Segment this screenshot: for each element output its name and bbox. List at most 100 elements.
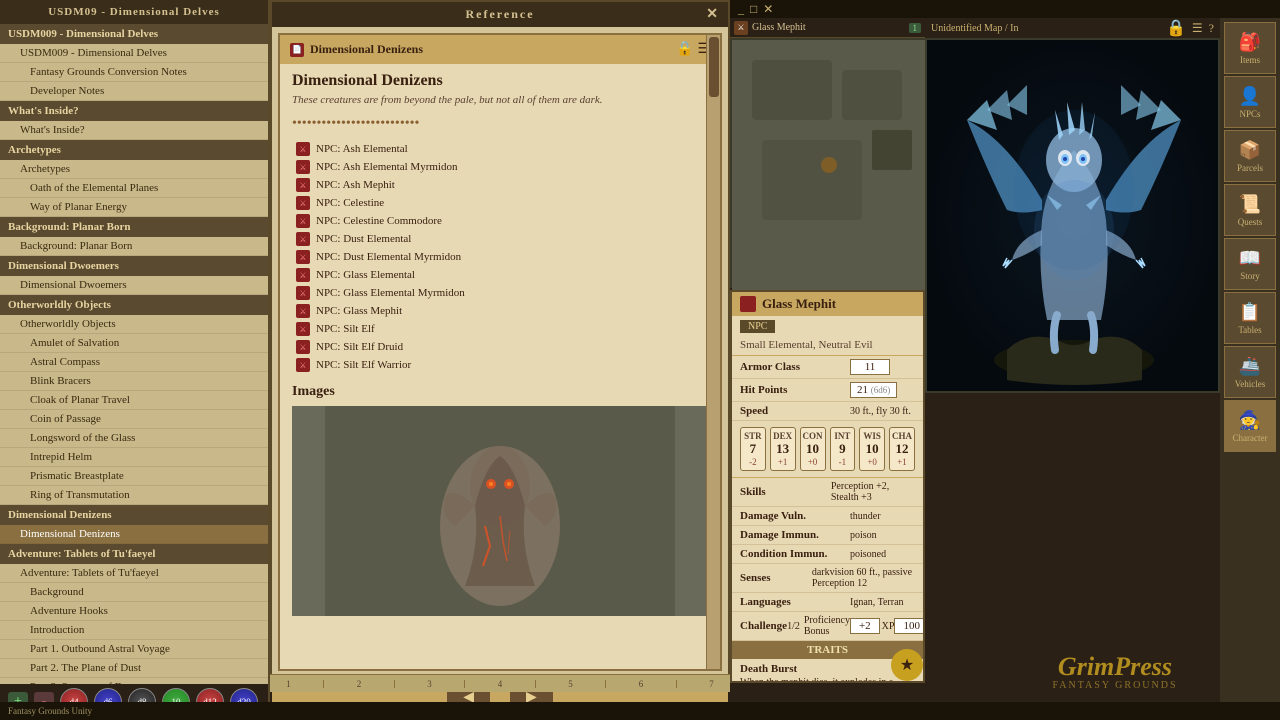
tree-item[interactable]: Part 2. The Plane of Dust <box>0 659 268 678</box>
npc-item-ash-elemental-myrmidon[interactable]: ⚔ NPC: Ash Elemental Myrmidon <box>292 158 708 176</box>
tree-item[interactable]: Part 1. Outbound Astral Voyage <box>0 640 268 659</box>
challenge-value: 1/2 <box>787 621 800 632</box>
npc-corner-button[interactable]: ★ <box>891 649 923 681</box>
npc-item-icon: ⚔ <box>296 286 310 300</box>
damage-imm-row: Damage Immun. poison <box>732 526 923 545</box>
ref-images-title: Images <box>292 384 708 400</box>
npc-item-ash-mephit[interactable]: ⚔ NPC: Ash Mephit <box>292 176 708 194</box>
tree-item[interactable]: Introduction <box>0 621 268 640</box>
tree-item[interactable]: Blink Bracers <box>0 372 268 391</box>
npc-item-silt-elf-warrior[interactable]: ⚔ NPC: Silt Elf Warrior <box>292 356 708 374</box>
tree-item[interactable]: Oath of the Elemental Planes <box>0 179 268 198</box>
ref-close-button[interactable]: ✕ <box>706 6 720 23</box>
tree-item[interactable]: Developer Notes <box>0 82 268 101</box>
ability-con: CON 10 +0 <box>800 427 826 471</box>
npc-item-glass-elemental[interactable]: ⚔ NPC: Glass Elemental <box>292 266 708 284</box>
npc-stat-block: Glass Mephit NPC Small Elemental, Neutra… <box>730 290 925 683</box>
sidebar-items-button[interactable]: 🎒 Items <box>1224 22 1276 74</box>
npc-item-glass-mephit[interactable]: ⚔ NPC: Glass Mephit <box>292 302 708 320</box>
npc-item-icon: ⚔ <box>296 196 310 210</box>
ability-dex: DEX 13 +1 <box>770 427 796 471</box>
map-lock-icon[interactable]: 🔒 <box>1166 18 1186 38</box>
tree-item[interactable]: Background <box>0 583 268 602</box>
npc-item-silt-elf-druid[interactable]: ⚔ NPC: Silt Elf Druid <box>292 338 708 356</box>
tree-item[interactable]: What's Inside? <box>0 121 268 140</box>
tree-section-header[interactable]: Adventure: Tablets of Tu'faeyel <box>0 544 268 564</box>
topbar-btn-close[interactable]: ✕ <box>763 2 773 17</box>
damage-imm-label: Damage Immun. <box>740 529 850 541</box>
languages-label: Languages <box>740 596 850 608</box>
mini-map[interactable] <box>730 38 925 288</box>
reference-panel: Reference ✕ 📄 Dimensional Denizens 🔒 ☰ D… <box>270 0 730 690</box>
challenge-row: Challenge 1/2 Proficiency Bonus +2 XP 10… <box>732 612 923 641</box>
npc-item-celestine-commodore[interactable]: ⚔ NPC: Celestine Commodore <box>292 212 708 230</box>
npcs-label: NPCs <box>1239 109 1260 119</box>
tree-item[interactable]: Dimensional Dwoemers <box>0 276 268 295</box>
npc-item-ash-elemental[interactable]: ⚔ NPC: Ash Elemental <box>292 140 708 158</box>
sidebar-quests-button[interactable]: 📜 Quests <box>1224 184 1276 236</box>
tree-item[interactable]: Coin of Passage <box>0 410 268 429</box>
tree-section-header[interactable]: Dimensional Dwoemers <box>0 256 268 276</box>
ref-dots: •••••••••••••••••••••••••• <box>292 116 708 132</box>
tree-item[interactable]: Prismatic Breastplate <box>0 467 268 486</box>
npc-item-glass-elemental-myrmidon[interactable]: ⚔ NPC: Glass Elemental Myrmidon <box>292 284 708 302</box>
tree-item[interactable]: Fantasy Grounds Conversion Notes <box>0 63 268 82</box>
condition-imm-label: Condition Immun. <box>740 548 850 560</box>
sidebar-parcels-button[interactable]: 📦 Parcels <box>1224 130 1276 182</box>
parcels-icon: 📦 <box>1239 140 1261 161</box>
tree-item[interactable]: Intrepid Helm <box>0 448 268 467</box>
trait-death-burst-text: When the mephit dies, it explodes in a b… <box>732 677 923 683</box>
tree-item[interactable]: Cloak of Planar Travel <box>0 391 268 410</box>
tree-item[interactable]: Ring of Transmutation <box>0 486 268 505</box>
sidebar-character-button[interactable]: 🧙 Character <box>1224 400 1276 452</box>
tree-item[interactable]: Archetypes <box>0 160 268 179</box>
unidentified-text: Unidentified Map / In <box>931 23 1018 34</box>
npc-item-dust-elemental[interactable]: ⚔ NPC: Dust Elemental <box>292 230 708 248</box>
map-help-icon[interactable]: ? <box>1209 21 1214 36</box>
ability-int: INT 9 -1 <box>830 427 856 471</box>
npc-item-icon: ⚔ <box>296 178 310 192</box>
skills-value: Perception +2, Stealth +3 <box>831 481 915 503</box>
sidebar-tables-button[interactable]: 📋 Tables <box>1224 292 1276 344</box>
tree-item[interactable]: Dimensional Denizens <box>0 525 268 544</box>
ref-scrollbar[interactable] <box>706 35 720 669</box>
armor-class-row: Armor Class 11 <box>732 356 923 379</box>
tree-item[interactable]: Background: Planar Born <box>0 237 268 256</box>
topbar-btn-fullscreen[interactable]: □ <box>750 2 757 17</box>
tree-item[interactable]: Longsword of the Glass <box>0 429 268 448</box>
tree-section-header[interactable]: Dimensional Denizens <box>0 505 268 525</box>
left-panel-header: USDM09 - Dimensional Delves <box>0 0 268 24</box>
topbar-btn-minimize[interactable]: _ <box>738 2 744 17</box>
sidebar-npcs-button[interactable]: 👤 NPCs <box>1224 76 1276 128</box>
damage-vuln-row: Damage Vuln. thunder <box>732 507 923 526</box>
npc-item-icon: ⚔ <box>296 322 310 336</box>
tree-item[interactable]: Adventure Hooks <box>0 602 268 621</box>
senses-value: darkvision 60 ft., passive Perception 12 <box>812 567 915 589</box>
quests-icon: 📜 <box>1239 194 1261 215</box>
ref-doc-subtitle: These creatures are from beyond the pale… <box>292 94 708 106</box>
tree-section-header[interactable]: USDM009 - Dimensional Delves <box>0 24 268 44</box>
sidebar-vehicles-button[interactable]: 🚢 Vehicles <box>1224 346 1276 398</box>
tree-section-header[interactable]: What's Inside? <box>0 101 268 121</box>
npc-item-celestine[interactable]: ⚔ NPC: Celestine <box>292 194 708 212</box>
ref-scroll-thumb[interactable] <box>709 37 719 97</box>
tree-section-header[interactable]: Archetypes <box>0 140 268 160</box>
ref-doc-icon: 📄 <box>290 43 304 57</box>
map-menu-icon[interactable]: ☰ <box>1192 21 1203 36</box>
ability-str: STR 7 -2 <box>740 427 766 471</box>
ref-lock-icon[interactable]: 🔒 <box>676 41 693 58</box>
ref-doc-title-h1: Dimensional Denizens <box>292 72 708 90</box>
tree-item[interactable]: Amulet of Salvation <box>0 334 268 353</box>
tree-item[interactable]: Astral Compass <box>0 353 268 372</box>
tree-section-header[interactable]: Otherworldly Objects <box>0 295 268 315</box>
npc-item-silt-elf[interactable]: ⚔ NPC: Silt Elf <box>292 320 708 338</box>
npc-item-icon: ⚔ <box>296 358 310 372</box>
npc-item-dust-elemental-myrmidon[interactable]: ⚔ NPC: Dust Elemental Myrmidon <box>292 248 708 266</box>
tree-item[interactable]: USDM009 - Dimensional Delves <box>0 44 268 63</box>
tree-section-header[interactable]: Background: Planar Born <box>0 217 268 237</box>
tree-item[interactable]: Adventure: Tablets of Tu'faeyel <box>0 564 268 583</box>
tree-item[interactable]: Way of Planar Energy <box>0 198 268 217</box>
sidebar-story-button[interactable]: 📖 Story <box>1224 238 1276 290</box>
senses-label: Senses <box>740 572 812 584</box>
tree-item[interactable]: Otherworldly Objects <box>0 315 268 334</box>
